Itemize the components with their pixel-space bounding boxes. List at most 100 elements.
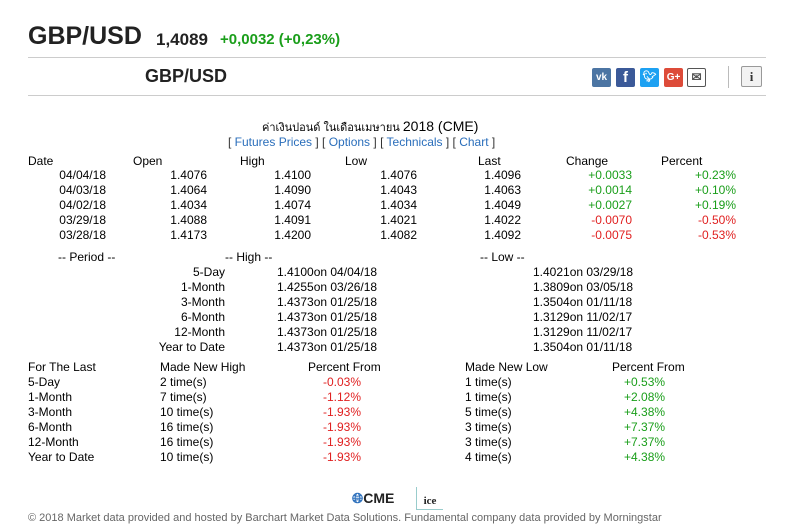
table-cell-high: 1.4200 <box>274 228 311 242</box>
last-row-high-percent: -1.93% <box>323 450 362 464</box>
table-cell-date: 04/02/18 <box>59 198 106 212</box>
options-link[interactable]: Options <box>329 135 370 149</box>
divider <box>28 95 766 96</box>
period-row-high: 1.4373on 01/25/18 <box>277 310 378 324</box>
last-header-low-percent: Percent From <box>612 360 685 374</box>
period-row-low: 1.3129on 11/02/17 <box>533 325 633 339</box>
table-cell-last: 1.4022 <box>484 213 521 227</box>
globe-icon: 🌐︎ <box>352 490 364 506</box>
twitter-icon[interactable]: 🐦︎ <box>640 68 659 87</box>
period-high-label: -- High -- <box>225 250 273 264</box>
last-row-period: Year to Date <box>28 450 95 464</box>
table-cell-percent: -0.53% <box>697 228 736 242</box>
last-row-new-high: 2 time(s) <box>160 375 207 389</box>
last-row-new-low: 4 time(s) <box>465 450 512 464</box>
column-header-change: Change <box>566 154 609 168</box>
info-icon[interactable]: i <box>741 66 762 87</box>
table-cell-high: 1.4091 <box>274 213 311 227</box>
period-row-high: 1.4373on 01/25/18 <box>277 340 378 354</box>
table-cell-change: +0.0014 <box>588 183 632 197</box>
last-row-period: 5-Day <box>28 375 61 389</box>
last-row-period: 12-Month <box>28 435 79 449</box>
table-cell-low: 1.4021 <box>380 213 417 227</box>
technicals-link[interactable]: Technicals <box>387 135 443 149</box>
column-header-low: Low <box>345 154 368 168</box>
period-row-name: 6-Month <box>180 310 225 324</box>
table-cell-date: 03/29/18 <box>59 213 106 227</box>
period-row-name: 1-Month <box>180 280 225 294</box>
table-cell-low: 1.4043 <box>380 183 417 197</box>
table-cell-last: 1.4092 <box>484 228 521 242</box>
last-header-new-high: Made New High <box>160 360 246 374</box>
last-header-period: For The Last <box>28 360 96 374</box>
link-bar: [ Futures Prices ] [ Options ] [ Technic… <box>228 135 496 149</box>
chart-link[interactable]: Chart <box>459 135 488 149</box>
futures-prices-link[interactable]: Futures Prices <box>235 135 312 149</box>
price-change: +0,0032 (+0,23%) <box>220 31 341 48</box>
last-row-low-percent: +7.37% <box>624 435 666 449</box>
last-row-new-high: 16 time(s) <box>160 420 214 434</box>
google-plus-icon[interactable]: G+ <box>664 68 683 87</box>
period-row-name: 5-Day <box>192 265 225 279</box>
table-cell-open: 1.4088 <box>170 213 207 227</box>
table-cell-high: 1.4074 <box>274 198 311 212</box>
cme-logo-text: CME <box>363 490 395 506</box>
page-title: GBP/USD <box>28 22 142 50</box>
table-cell-change: -0.0070 <box>591 213 632 227</box>
period-row-low: 1.3504on 01/11/18 <box>533 340 633 354</box>
table-cell-percent: +0.19% <box>694 198 736 212</box>
table-cell-date: 04/04/18 <box>59 168 106 182</box>
last-row-new-high: 10 time(s) <box>160 450 214 464</box>
last-row-period: 1-Month <box>28 390 73 404</box>
period-label: -- Period -- <box>58 250 116 264</box>
period-row-low: 1.3809on 03/05/18 <box>533 280 634 294</box>
table-cell-open: 1.4034 <box>170 198 207 212</box>
period-row-name: 12-Month <box>174 325 225 339</box>
last-row-low-percent: +4.38% <box>624 450 666 464</box>
divider <box>28 57 766 58</box>
last-row-new-high: 10 time(s) <box>160 405 214 419</box>
mail-icon[interactable]: ✉ <box>687 68 706 87</box>
table-cell-open: 1.4076 <box>170 168 207 182</box>
price-value: 1,4089 <box>156 30 208 49</box>
period-row-high: 1.4373on 01/25/18 <box>277 295 378 309</box>
last-row-high-percent: -1.12% <box>323 390 362 404</box>
title-year: 2018 (CME) <box>402 118 479 134</box>
period-row-low: 1.3129on 11/02/17 <box>533 310 633 324</box>
period-row-name: 3-Month <box>180 295 225 309</box>
period-low-label: -- Low -- <box>480 250 525 264</box>
period-row-low: 1.4021on 03/29/18 <box>533 265 634 279</box>
table-cell-high: 1.4100 <box>274 168 311 182</box>
table-cell-open: 1.4173 <box>170 228 207 242</box>
last-row-low-percent: +4.38% <box>624 405 666 419</box>
last-row-new-high: 7 time(s) <box>160 390 207 404</box>
table-cell-low: 1.4076 <box>380 168 417 182</box>
last-row-new-low: 5 time(s) <box>465 405 512 419</box>
last-row-new-low: 3 time(s) <box>465 420 512 434</box>
last-row-new-low: 1 time(s) <box>465 375 512 389</box>
table-cell-last: 1.4096 <box>484 168 521 182</box>
last-row-new-low: 1 time(s) <box>465 390 512 404</box>
facebook-icon[interactable]: f <box>616 68 635 87</box>
last-row-period: 3-Month <box>28 405 73 419</box>
last-row-period: 6-Month <box>28 420 73 434</box>
column-header-last: Last <box>478 154 501 168</box>
table-cell-percent: -0.50% <box>697 213 736 227</box>
table-cell-last: 1.4049 <box>484 198 521 212</box>
widget-title: GBP/USD <box>145 66 228 86</box>
last-row-high-percent: -1.93% <box>323 405 362 419</box>
divider <box>728 66 729 88</box>
table-cell-percent: +0.23% <box>694 168 736 182</box>
vk-icon[interactable]: vk <box>592 68 611 87</box>
table-cell-last: 1.4063 <box>484 183 521 197</box>
last-row-new-low: 3 time(s) <box>465 435 512 449</box>
last-row-high-percent: -1.93% <box>323 420 362 434</box>
column-header-open: Open <box>133 154 163 168</box>
last-row-new-high: 16 time(s) <box>160 435 214 449</box>
last-row-high-percent: -0.03% <box>323 375 362 389</box>
period-row-low: 1.3504on 01/11/18 <box>533 295 633 309</box>
last-header-high-percent: Percent From <box>308 360 381 374</box>
table-cell-low: 1.4034 <box>380 198 417 212</box>
last-header-new-low: Made New Low <box>465 360 548 374</box>
table-cell-date: 03/28/18 <box>59 228 106 242</box>
